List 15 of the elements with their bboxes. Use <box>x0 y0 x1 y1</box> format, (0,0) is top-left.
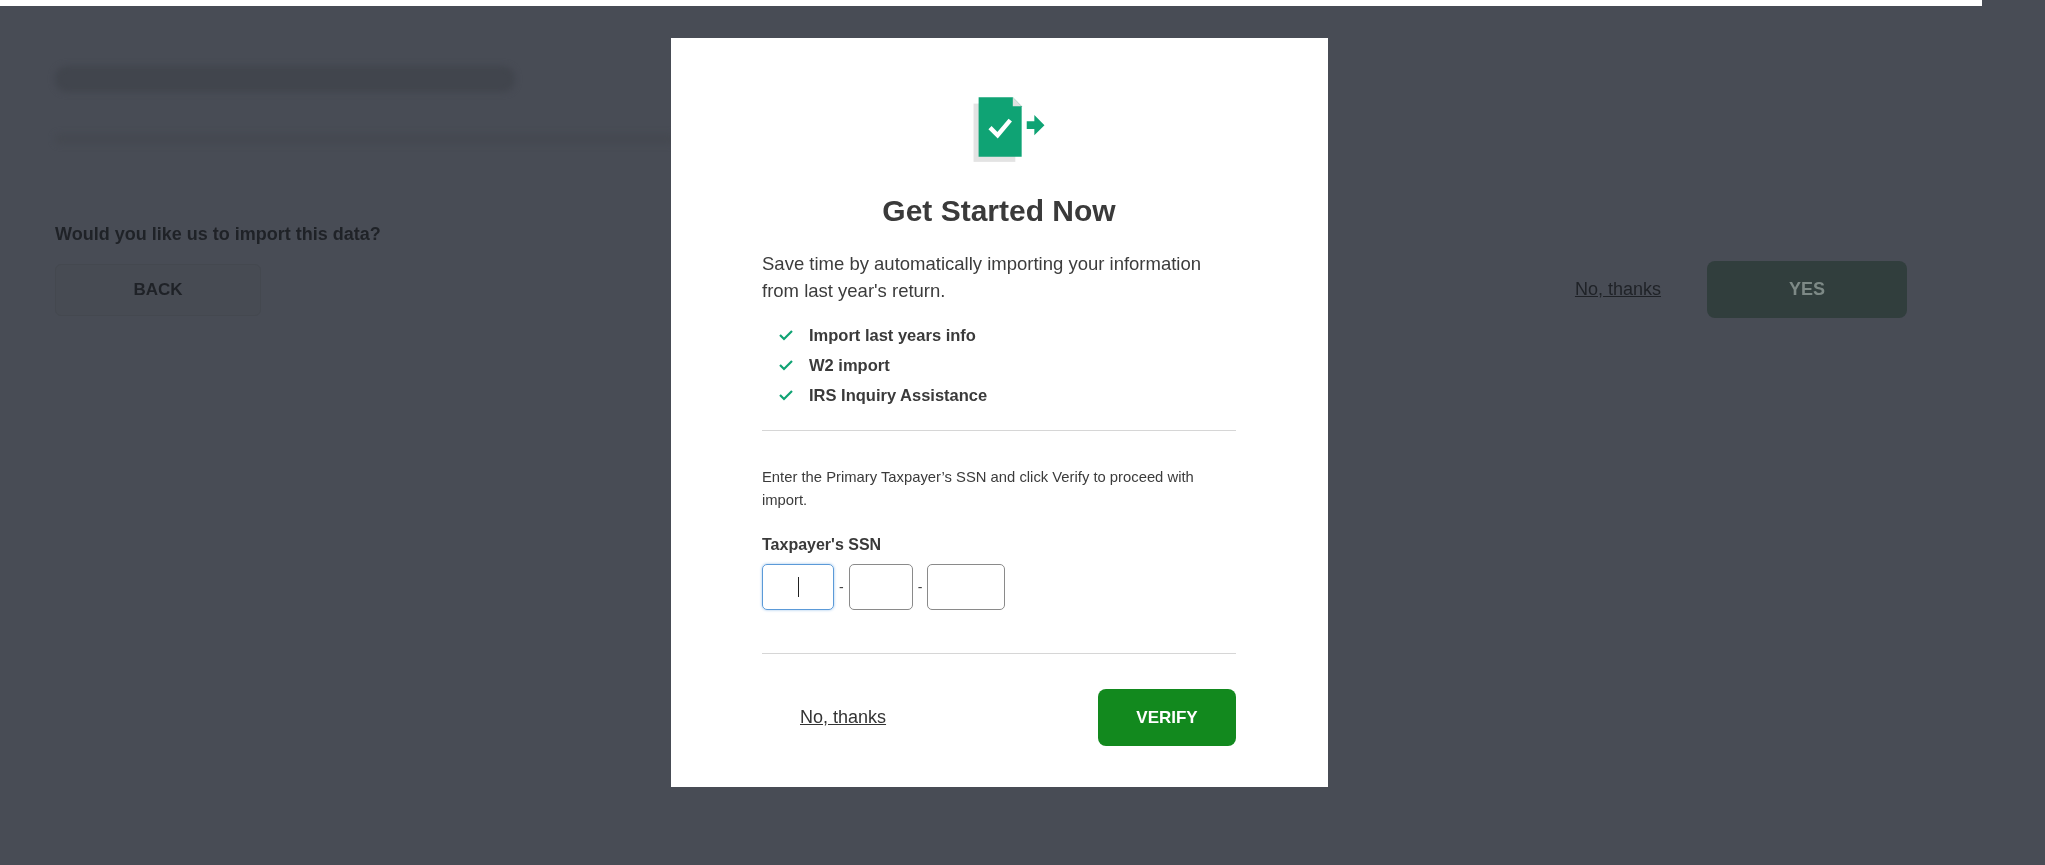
ssn-separator: - <box>839 579 844 595</box>
description-text: Save time by automatically importing your information from last year's return. <box>762 252 1203 303</box>
ssn-separator: - <box>917 579 923 595</box>
ssn-input-field[interactable] <box>848 564 913 610</box>
dialog-title: Get Started Now <box>881 194 1117 228</box>
feature-label: IRS Inquiry Assistance <box>809 385 988 405</box>
yes-button[interactable]: YES <box>1707 261 1907 318</box>
ssn-input-field[interactable] <box>762 564 834 610</box>
verify-button[interactable]: VERIFY <box>1098 689 1236 746</box>
no-thanks-link[interactable]: No, thanks <box>800 707 887 728</box>
feature-label: W2 import <box>809 355 890 375</box>
feature-label: Import last years info <box>809 325 976 345</box>
instruction-text: Enter the Primary Taxpayer’s SSN and click Verify to proceed with import. <box>762 468 1195 510</box>
ssn-label: Taxpayer's SSN <box>762 536 883 554</box>
ssn-input-field[interactable] <box>927 564 1006 610</box>
